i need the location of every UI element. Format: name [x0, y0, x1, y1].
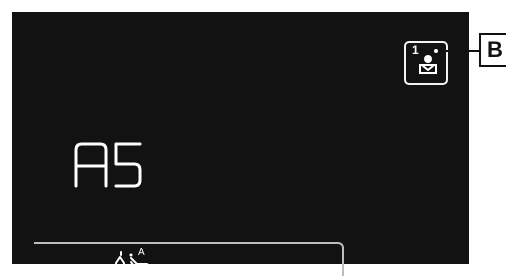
- segment-readout: AS: [74, 140, 164, 192]
- display-screen: AS 1 A: [12, 12, 469, 276]
- auto-water-function-icon[interactable]: A: [113, 244, 183, 276]
- auto-water-function-icon-badge: A: [138, 247, 145, 258]
- segment-s-outline: [114, 142, 142, 188]
- callout-leader-line: [436, 50, 479, 52]
- profile-button[interactable]: 1: [404, 41, 448, 85]
- callout-leader-dot: [432, 47, 440, 55]
- user-profile-icon: [419, 55, 437, 74]
- bottom-bar-frame: [34, 242, 344, 276]
- segment-readout-glyphs: [74, 142, 142, 188]
- callout-label: B: [479, 33, 506, 67]
